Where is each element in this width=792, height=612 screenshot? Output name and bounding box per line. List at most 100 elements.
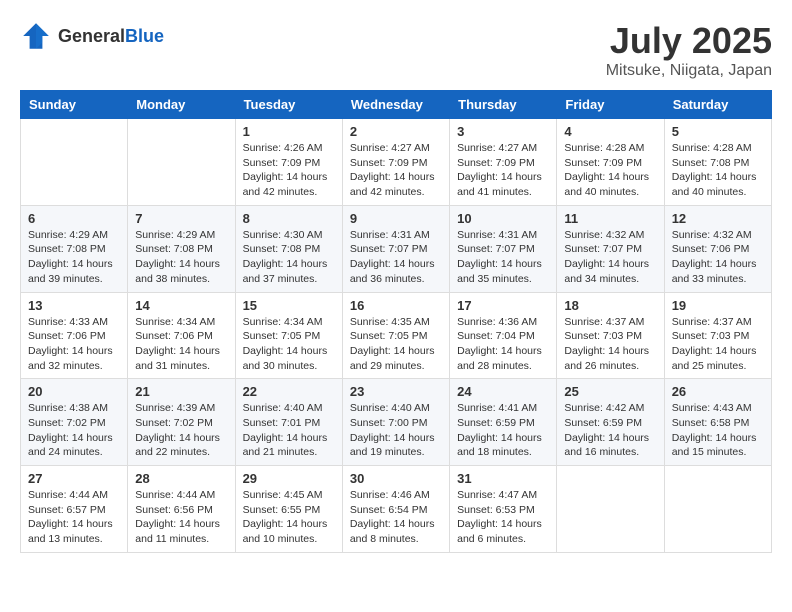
calendar-day-cell: 29 Sunrise: 4:45 AM Sunset: 6:55 PM Dayli… (235, 466, 342, 553)
day-info: Sunrise: 4:42 AM Sunset: 6:59 PM Dayligh… (564, 401, 656, 460)
day-number: 20 (28, 384, 120, 399)
day-info: Sunrise: 4:41 AM Sunset: 6:59 PM Dayligh… (457, 401, 549, 460)
day-info: Sunrise: 4:34 AM Sunset: 7:06 PM Dayligh… (135, 315, 227, 374)
day-info: Sunrise: 4:28 AM Sunset: 7:08 PM Dayligh… (672, 141, 764, 200)
calendar-day-cell (557, 466, 664, 553)
calendar-day-cell: 5 Sunrise: 4:28 AM Sunset: 7:08 PM Daylig… (664, 119, 771, 206)
day-info: Sunrise: 4:45 AM Sunset: 6:55 PM Dayligh… (243, 488, 335, 547)
day-number: 30 (350, 471, 442, 486)
calendar-day-cell: 7 Sunrise: 4:29 AM Sunset: 7:08 PM Daylig… (128, 205, 235, 292)
day-number: 9 (350, 211, 442, 226)
calendar-day-cell: 27Sunrise: 4:44 AM Sunset: 6:57 PM Dayli… (21, 466, 128, 553)
day-number: 21 (135, 384, 227, 399)
day-number: 26 (672, 384, 764, 399)
calendar-week-row: 20Sunrise: 4:38 AM Sunset: 7:02 PM Dayli… (21, 379, 772, 466)
day-info: Sunrise: 4:36 AM Sunset: 7:04 PM Dayligh… (457, 315, 549, 374)
calendar-day-cell: 11 Sunrise: 4:32 AM Sunset: 7:07 PM Dayli… (557, 205, 664, 292)
day-number: 10 (457, 211, 549, 226)
day-number: 15 (243, 298, 335, 313)
day-number: 13 (28, 298, 120, 313)
day-number: 24 (457, 384, 549, 399)
day-info: Sunrise: 4:31 AM Sunset: 7:07 PM Dayligh… (350, 228, 442, 287)
calendar-day-cell: 25Sunrise: 4:42 AM Sunset: 6:59 PM Dayli… (557, 379, 664, 466)
day-info: Sunrise: 4:32 AM Sunset: 7:06 PM Dayligh… (672, 228, 764, 287)
calendar-week-row: 6 Sunrise: 4:29 AM Sunset: 7:08 PM Daylig… (21, 205, 772, 292)
day-info: Sunrise: 4:44 AM Sunset: 6:56 PM Dayligh… (135, 488, 227, 547)
logo: GeneralBlue (20, 20, 164, 52)
day-info: Sunrise: 4:44 AM Sunset: 6:57 PM Dayligh… (28, 488, 120, 547)
day-number: 31 (457, 471, 549, 486)
day-number: 2 (350, 124, 442, 139)
day-number: 29 (243, 471, 335, 486)
day-number: 22 (243, 384, 335, 399)
day-info: Sunrise: 4:30 AM Sunset: 7:08 PM Dayligh… (243, 228, 335, 287)
calendar-day-cell (21, 119, 128, 206)
calendar-day-cell: 14 Sunrise: 4:34 AM Sunset: 7:06 PM Dayli… (128, 292, 235, 379)
calendar-day-cell: 23Sunrise: 4:40 AM Sunset: 7:00 PM Dayli… (342, 379, 449, 466)
calendar-table: SundayMondayTuesdayWednesdayThursdayFrid… (20, 90, 772, 553)
calendar-day-cell: 30 Sunrise: 4:46 AM Sunset: 6:54 PM Dayli… (342, 466, 449, 553)
day-info: Sunrise: 4:40 AM Sunset: 7:01 PM Dayligh… (243, 401, 335, 460)
calendar-week-row: 1 Sunrise: 4:26 AM Sunset: 7:09 PM Daylig… (21, 119, 772, 206)
day-number: 16 (350, 298, 442, 313)
calendar-day-cell: 9 Sunrise: 4:31 AM Sunset: 7:07 PM Daylig… (342, 205, 449, 292)
calendar-day-cell: 19 Sunrise: 4:37 AM Sunset: 7:03 PM Dayli… (664, 292, 771, 379)
day-number: 8 (243, 211, 335, 226)
calendar-week-row: 13Sunrise: 4:33 AM Sunset: 7:06 PM Dayli… (21, 292, 772, 379)
calendar-day-cell: 13Sunrise: 4:33 AM Sunset: 7:06 PM Dayli… (21, 292, 128, 379)
day-info: Sunrise: 4:29 AM Sunset: 7:08 PM Dayligh… (135, 228, 227, 287)
day-info: Sunrise: 4:43 AM Sunset: 6:58 PM Dayligh… (672, 401, 764, 460)
day-number: 5 (672, 124, 764, 139)
day-info: Sunrise: 4:46 AM Sunset: 6:54 PM Dayligh… (350, 488, 442, 547)
day-number: 14 (135, 298, 227, 313)
day-of-week-header: Monday (128, 91, 235, 119)
day-number: 6 (28, 211, 120, 226)
calendar-week-row: 27Sunrise: 4:44 AM Sunset: 6:57 PM Dayli… (21, 466, 772, 553)
day-number: 19 (672, 298, 764, 313)
calendar-day-cell: 1 Sunrise: 4:26 AM Sunset: 7:09 PM Daylig… (235, 119, 342, 206)
day-info: Sunrise: 4:26 AM Sunset: 7:09 PM Dayligh… (243, 141, 335, 200)
calendar-day-cell: 22 Sunrise: 4:40 AM Sunset: 7:01 PM Dayli… (235, 379, 342, 466)
calendar-day-cell: 24 Sunrise: 4:41 AM Sunset: 6:59 PM Dayli… (450, 379, 557, 466)
day-number: 1 (243, 124, 335, 139)
day-number: 18 (564, 298, 656, 313)
day-of-week-header: Friday (557, 91, 664, 119)
day-of-week-header: Wednesday (342, 91, 449, 119)
month-title: July 2025 (606, 20, 772, 62)
calendar-day-cell: 28 Sunrise: 4:44 AM Sunset: 6:56 PM Dayli… (128, 466, 235, 553)
calendar-day-cell: 6 Sunrise: 4:29 AM Sunset: 7:08 PM Daylig… (21, 205, 128, 292)
calendar-day-cell (128, 119, 235, 206)
calendar-day-cell: 4Sunrise: 4:28 AM Sunset: 7:09 PM Daylig… (557, 119, 664, 206)
day-number: 3 (457, 124, 549, 139)
day-of-week-header: Sunday (21, 91, 128, 119)
calendar-day-cell: 8 Sunrise: 4:30 AM Sunset: 7:08 PM Daylig… (235, 205, 342, 292)
calendar-day-cell: 16Sunrise: 4:35 AM Sunset: 7:05 PM Dayli… (342, 292, 449, 379)
day-info: Sunrise: 4:47 AM Sunset: 6:53 PM Dayligh… (457, 488, 549, 547)
day-number: 17 (457, 298, 549, 313)
day-number: 12 (672, 211, 764, 226)
logo-text: GeneralBlue (58, 26, 164, 47)
calendar-day-cell: 12 Sunrise: 4:32 AM Sunset: 7:06 PM Dayli… (664, 205, 771, 292)
calendar-day-cell (664, 466, 771, 553)
day-number: 11 (564, 211, 656, 226)
logo-blue: Blue (125, 26, 164, 46)
day-number: 28 (135, 471, 227, 486)
day-info: Sunrise: 4:29 AM Sunset: 7:08 PM Dayligh… (28, 228, 120, 287)
calendar-day-cell: 17 Sunrise: 4:36 AM Sunset: 7:04 PM Dayli… (450, 292, 557, 379)
day-of-week-header: Thursday (450, 91, 557, 119)
day-info: Sunrise: 4:31 AM Sunset: 7:07 PM Dayligh… (457, 228, 549, 287)
calendar-day-cell: 3Sunrise: 4:27 AM Sunset: 7:09 PM Daylig… (450, 119, 557, 206)
day-info: Sunrise: 4:39 AM Sunset: 7:02 PM Dayligh… (135, 401, 227, 460)
title-block: July 2025 Mitsuke, Niigata, Japan (606, 20, 772, 80)
day-info: Sunrise: 4:34 AM Sunset: 7:05 PM Dayligh… (243, 315, 335, 374)
day-info: Sunrise: 4:27 AM Sunset: 7:09 PM Dayligh… (350, 141, 442, 200)
day-number: 7 (135, 211, 227, 226)
page-header: GeneralBlue July 2025 Mitsuke, Niigata, … (20, 20, 772, 80)
logo-icon (20, 20, 52, 52)
calendar-day-cell: 20Sunrise: 4:38 AM Sunset: 7:02 PM Dayli… (21, 379, 128, 466)
location-title: Mitsuke, Niigata, Japan (606, 62, 772, 80)
day-info: Sunrise: 4:32 AM Sunset: 7:07 PM Dayligh… (564, 228, 656, 287)
calendar-day-cell: 31 Sunrise: 4:47 AM Sunset: 6:53 PM Dayli… (450, 466, 557, 553)
calendar-day-cell: 18Sunrise: 4:37 AM Sunset: 7:03 PM Dayli… (557, 292, 664, 379)
day-info: Sunrise: 4:37 AM Sunset: 7:03 PM Dayligh… (672, 315, 764, 374)
